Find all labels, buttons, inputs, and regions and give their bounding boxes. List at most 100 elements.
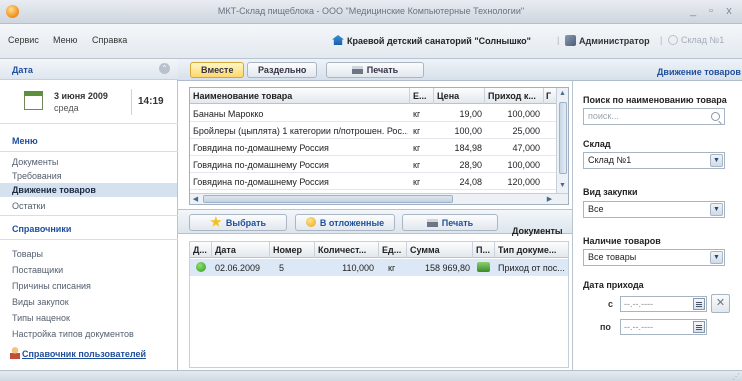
column-header[interactable]: Дата bbox=[215, 245, 265, 255]
column-header[interactable]: Ед... bbox=[382, 245, 404, 255]
sidebar-item-writeoff-reasons[interactable]: Причины списания bbox=[12, 281, 91, 291]
column-header[interactable]: Количест... bbox=[318, 245, 374, 255]
column-header[interactable]: Сумма bbox=[410, 245, 470, 255]
table-row[interactable]: Говядина по-домашнему Россия кг 24,08 12… bbox=[190, 173, 556, 190]
star-icon bbox=[210, 216, 222, 227]
print-documents-button[interactable]: Печать bbox=[402, 214, 498, 231]
scroll-thumb[interactable] bbox=[559, 102, 567, 174]
table-row[interactable]: Бананы Марокко кг 19,00 100,000 bbox=[190, 105, 556, 122]
menu-help[interactable]: Справка bbox=[92, 35, 127, 45]
resize-grip-icon[interactable]: ⋰ bbox=[732, 372, 740, 381]
date-divider bbox=[131, 89, 132, 115]
current-date: 3 июня 2009 bbox=[54, 91, 108, 101]
menu-menu[interactable]: Меню bbox=[53, 35, 77, 45]
vertical-scrollbar[interactable]: ▲ ▼ bbox=[556, 88, 568, 193]
current-weekday: среда bbox=[54, 103, 79, 113]
date-to-input[interactable]: --.--.---- bbox=[620, 319, 707, 335]
goods-name-cell: Говядина по-домашнему Россия bbox=[193, 143, 329, 153]
column-header[interactable]: Тип докуме... bbox=[498, 245, 566, 255]
purchase-type-label: Вид закупки bbox=[583, 187, 638, 197]
user-icon bbox=[565, 35, 576, 46]
sum-cell: 158 969,80 bbox=[424, 263, 470, 273]
sidebar-item-requirements[interactable]: Требования bbox=[12, 171, 62, 181]
filter-panel: Поиск по наименованию товара поиск... Ск… bbox=[572, 81, 742, 370]
warehouse-icon bbox=[668, 35, 678, 45]
warehouse-select[interactable]: Склад №1 ▼ bbox=[583, 152, 725, 169]
column-header[interactable]: Е... bbox=[413, 91, 431, 101]
goods-name-cell: Говядина по-домашнему Россия bbox=[193, 160, 329, 170]
menu-bar: Сервис Меню Справка Краевой детский сана… bbox=[0, 24, 742, 59]
column-divider bbox=[433, 88, 434, 104]
organization-label[interactable]: Краевой детский санаторий "Солнышко" bbox=[332, 35, 531, 46]
sidebar-item-goods[interactable]: Товары bbox=[12, 249, 43, 259]
column-header[interactable]: Цена bbox=[437, 91, 482, 101]
column-header[interactable]: Наименование товара bbox=[193, 91, 408, 101]
scroll-down-icon[interactable]: ▼ bbox=[557, 180, 568, 191]
deferred-button[interactable]: В отложенные bbox=[295, 214, 395, 231]
scroll-thumb[interactable] bbox=[203, 195, 453, 203]
calendar-icon[interactable] bbox=[693, 298, 705, 310]
user-label[interactable]: Администратор bbox=[565, 35, 650, 46]
price-cell: 100,00 bbox=[454, 126, 482, 136]
warehouse-label[interactable]: Склад №1 bbox=[668, 35, 724, 45]
horizontal-scrollbar[interactable]: ◀ ▶ bbox=[190, 193, 568, 204]
view-tab-bar: Вместе Раздельно Печать Движение товаров bbox=[178, 59, 742, 81]
sidebar-item-goods-movement[interactable]: Движение товаров bbox=[0, 183, 177, 197]
tab-together[interactable]: Вместе bbox=[190, 62, 245, 78]
date-from-input[interactable]: --.--.---- bbox=[620, 296, 707, 312]
column-header[interactable]: Д... bbox=[193, 245, 209, 255]
sidebar-item-documents[interactable]: Документы bbox=[12, 157, 58, 167]
minimize-button[interactable]: _ bbox=[686, 4, 700, 18]
scroll-left-icon[interactable]: ◀ bbox=[190, 194, 201, 205]
income-cell: 120,000 bbox=[507, 177, 540, 187]
chevron-down-icon[interactable]: ▼ bbox=[710, 251, 723, 264]
date-panel-header: Дата ⌃ bbox=[0, 59, 178, 80]
table-row[interactable]: Говядина по-домашнему Россия кг 184,98 4… bbox=[190, 139, 556, 156]
sidebar-item-doc-types-settings[interactable]: Настройка типов документов bbox=[12, 329, 134, 339]
unit-cell: кг bbox=[413, 160, 421, 170]
scroll-up-icon[interactable]: ▲ bbox=[557, 88, 568, 99]
print-button[interactable]: Печать bbox=[326, 62, 424, 78]
search-input[interactable]: поиск... bbox=[583, 108, 725, 125]
clear-dates-button[interactable]: ✕ bbox=[711, 294, 730, 313]
documents-table-header: Д... Дата Номер Количест... Ед... Сумма … bbox=[190, 242, 568, 258]
sidebar-item-purchase-types[interactable]: Виды закупок bbox=[12, 297, 69, 307]
collapse-icon[interactable]: ⌃ bbox=[159, 63, 170, 74]
select-button[interactable]: Выбрать bbox=[189, 214, 287, 231]
table-row[interactable]: Говядина по-домашнему Россия кг 28,90 10… bbox=[190, 156, 556, 173]
column-header[interactable]: Номер bbox=[273, 245, 311, 255]
calendar-icon bbox=[24, 91, 43, 110]
maximize-button[interactable]: ▫ bbox=[704, 4, 718, 18]
users-directory-link[interactable]: Справочник пользователей bbox=[22, 349, 146, 359]
scroll-right-icon[interactable]: ▶ bbox=[544, 194, 555, 205]
sidebar-item-balances[interactable]: Остатки bbox=[12, 201, 45, 211]
menu-service[interactable]: Сервис bbox=[8, 35, 39, 45]
goods-table: Наименование товара Е... Цена Приход к..… bbox=[189, 87, 569, 205]
column-divider bbox=[409, 88, 410, 104]
chevron-down-icon[interactable]: ▼ bbox=[710, 154, 723, 167]
purchase-type-select[interactable]: Все ▼ bbox=[583, 201, 725, 218]
search-icon[interactable] bbox=[711, 112, 720, 121]
stock-select[interactable]: Все товары ▼ bbox=[583, 249, 725, 266]
status-ok-icon bbox=[196, 262, 206, 272]
sidebar-item-markup-types[interactable]: Типы наценок bbox=[12, 313, 70, 323]
close-button[interactable]: x bbox=[722, 4, 736, 18]
column-header[interactable]: Г bbox=[546, 91, 556, 101]
income-cell: 47,000 bbox=[512, 143, 540, 153]
sidebar-item-suppliers[interactable]: Поставщики bbox=[12, 265, 63, 275]
calendar-icon[interactable] bbox=[693, 321, 705, 333]
tab-separate[interactable]: Раздельно bbox=[247, 62, 318, 78]
column-divider bbox=[543, 88, 544, 104]
clear-icon: ✕ bbox=[715, 297, 726, 309]
column-header[interactable]: П... bbox=[476, 245, 492, 255]
menu-separator: | bbox=[660, 35, 663, 45]
income-date-label: Дата прихода bbox=[583, 280, 644, 290]
column-header[interactable]: Приход к... bbox=[488, 91, 540, 101]
price-cell: 19,00 bbox=[459, 109, 482, 119]
chevron-down-icon[interactable]: ▼ bbox=[710, 203, 723, 216]
table-row[interactable]: Бройлеры (цыплята) 1 категории п/потроше… bbox=[190, 122, 556, 139]
unit-cell: кг bbox=[388, 263, 396, 273]
price-cell: 28,90 bbox=[459, 160, 482, 170]
column-divider bbox=[406, 242, 407, 258]
table-row[interactable]: 02.06.2009 5 110,000 кг 158 969,80 Прихо… bbox=[190, 259, 568, 276]
